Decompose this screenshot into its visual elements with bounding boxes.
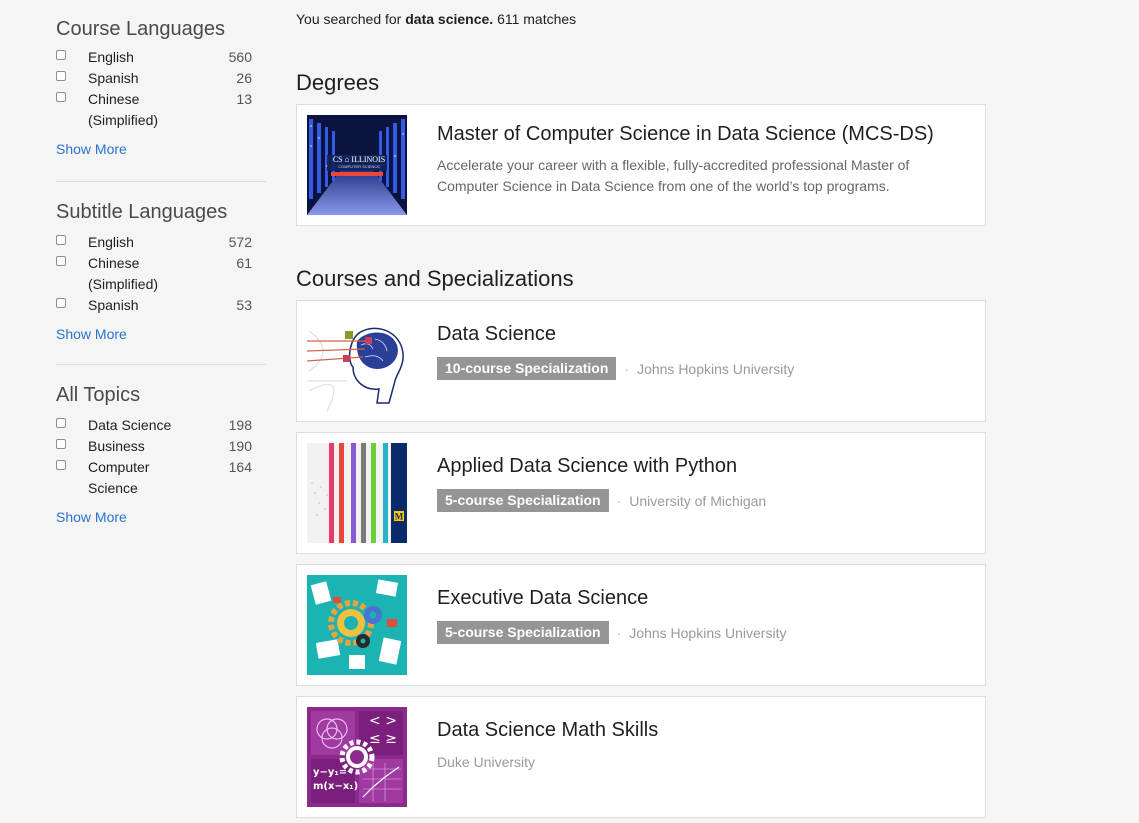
- checkbox[interactable]: [56, 256, 66, 266]
- option-label: Spanish: [88, 70, 139, 86]
- course-card-body: Executive Data Science 5-course Speciali…: [437, 587, 965, 644]
- show-more-link[interactable]: Show More: [56, 509, 266, 525]
- separator-dot: ·: [624, 360, 630, 377]
- course-thumbnail: < > ≤ ≥ y−y₁= m(x−x₁): [307, 707, 407, 807]
- course-title[interactable]: Data Science: [437, 323, 965, 346]
- facet-options: Data Science 198 Business 190 Computer S…: [56, 415, 266, 499]
- brain-illustration: [307, 327, 404, 411]
- option-label: Data Science: [88, 417, 172, 433]
- course-card[interactable]: Data Science 10-course Specialization · …: [296, 300, 986, 422]
- courses-heading: Courses and Specializations: [296, 266, 574, 291]
- course-title[interactable]: Executive Data Science: [437, 587, 965, 610]
- match-count: 611 matches: [497, 11, 577, 27]
- partner-name[interactable]: University of Michigan: [629, 493, 766, 509]
- option-count: 198: [228, 417, 252, 433]
- checkbox[interactable]: [56, 235, 66, 245]
- math-operators-1: < >: [369, 713, 397, 729]
- course-title[interactable]: Data Science Math Skills: [437, 719, 965, 742]
- course-card-body: Data Science Math Skills Duke University: [437, 719, 965, 770]
- degrees-heading: Degrees: [296, 70, 380, 95]
- uiuc-logo-text: CS ⌂ ILLINOIS: [332, 155, 386, 164]
- show-more-link[interactable]: Show More: [56, 326, 266, 342]
- checkbox[interactable]: [56, 50, 66, 60]
- course-thumbnail: [307, 575, 407, 675]
- filter-option-data-science[interactable]: Data Science 198: [56, 415, 266, 436]
- checkbox[interactable]: [56, 71, 66, 81]
- specialization-tag: 10-course Specialization: [437, 357, 617, 380]
- option-label: Business: [88, 438, 145, 454]
- filter-option-spanish[interactable]: Spanish 26: [56, 68, 266, 89]
- python-stripes-image: M: [307, 443, 407, 543]
- facet-options: English 572 Chinese (Simplified) 61 Span…: [56, 232, 266, 316]
- filter-option-computer-science[interactable]: Computer Science 164: [56, 457, 266, 499]
- course-title[interactable]: Applied Data Science with Python: [437, 455, 965, 478]
- degree-card-body: Master of Computer Science in Data Scien…: [437, 123, 965, 197]
- facet-all-topics: All Topics Data Science 198 Business 190…: [56, 365, 266, 525]
- partner-name[interactable]: Johns Hopkins University: [637, 361, 794, 377]
- checkbox[interactable]: [56, 439, 66, 449]
- course-meta: 5-course Specialization · University of …: [437, 489, 965, 512]
- option-label: Chinese (Simplified): [88, 255, 159, 292]
- uiuc-logo-subtext: COMPUTER SCIENCE: [338, 164, 380, 169]
- checkbox[interactable]: [56, 92, 66, 102]
- course-meta: 10-course Specialization · Johns Hopkins…: [437, 357, 965, 380]
- filter-option-chinese-simplified[interactable]: Chinese (Simplified) 13: [56, 89, 266, 131]
- option-count: 61: [236, 255, 252, 271]
- facet-options: English 560 Spanish 26 Chinese (Simplifi…: [56, 47, 266, 131]
- option-count: 53: [236, 297, 252, 313]
- course-meta: 5-course Specialization · Johns Hopkins …: [437, 621, 965, 644]
- separator-dot: ·: [616, 624, 622, 641]
- option-count: 572: [228, 234, 252, 250]
- course-card[interactable]: < > ≤ ≥ y−y₁= m(x−x₁) Data Science Math …: [296, 696, 986, 818]
- facet-title: Subtitle Languages: [56, 201, 228, 223]
- search-query: data science.: [405, 11, 494, 27]
- facet-title: Course Languages: [56, 18, 226, 40]
- specialization-tag: 5-course Specialization: [437, 621, 609, 644]
- checkbox[interactable]: [56, 298, 66, 308]
- math-formula-1: y−y₁=: [313, 767, 348, 778]
- option-label: Computer Science: [88, 459, 150, 496]
- separator-dot: ·: [616, 492, 622, 509]
- partner-name[interactable]: Johns Hopkins University: [629, 625, 786, 641]
- checkbox[interactable]: [56, 460, 66, 470]
- option-label: English: [88, 234, 134, 250]
- show-more-link[interactable]: Show More: [56, 141, 266, 157]
- filter-option-chinese-simplified[interactable]: Chinese (Simplified) 61: [56, 253, 266, 295]
- course-card[interactable]: M Applied Data Science with Python 5-cou…: [296, 432, 986, 554]
- math-operators-2: ≤ ≥: [369, 731, 397, 747]
- degree-description: Accelerate your career with a flexible, …: [437, 157, 910, 194]
- checkbox[interactable]: [56, 418, 66, 428]
- filter-option-english[interactable]: English 560: [56, 47, 266, 68]
- partner-name[interactable]: Duke University: [437, 754, 965, 770]
- option-label: English: [88, 49, 134, 65]
- specialization-tag: 5-course Specialization: [437, 489, 609, 512]
- course-card-body: Applied Data Science with Python 5-cours…: [437, 455, 965, 512]
- facet-course-languages: Course Languages English 560 Spanish 26 …: [56, 0, 266, 182]
- svg-text:M: M: [395, 512, 404, 522]
- math-formula-2: m(x−x₁): [313, 781, 359, 792]
- degree-thumbnail: CS ⌂ ILLINOIS COMPUTER SCIENCE: [307, 115, 407, 215]
- option-count: 190: [228, 438, 252, 454]
- degree-card[interactable]: CS ⌂ ILLINOIS COMPUTER SCIENCE Master of…: [296, 104, 986, 226]
- course-card[interactable]: Executive Data Science 5-course Speciali…: [296, 564, 986, 686]
- facet-title: All Topics: [56, 384, 141, 406]
- option-count: 26: [236, 70, 252, 86]
- course-thumbnail: M: [307, 443, 407, 543]
- option-label: Spanish: [88, 297, 139, 313]
- search-prefix: You searched for: [296, 11, 402, 27]
- degree-title[interactable]: Master of Computer Science in Data Scien…: [437, 123, 965, 146]
- option-count: 164: [228, 459, 252, 475]
- option-count: 13: [236, 91, 252, 107]
- search-summary: You searched for data science. 611 match…: [296, 11, 576, 27]
- filter-option-business[interactable]: Business 190: [56, 436, 266, 457]
- option-count: 560: [228, 49, 252, 65]
- filter-option-spanish[interactable]: Spanish 53: [56, 295, 266, 316]
- gears-illustration: [307, 575, 407, 675]
- course-card-body: Data Science 10-course Specialization · …: [437, 323, 965, 380]
- filter-sidebar: Course Languages English 560 Spanish 26 …: [56, 0, 266, 525]
- option-label: Chinese (Simplified): [88, 91, 159, 128]
- course-thumbnail: [307, 311, 407, 411]
- filter-option-english[interactable]: English 572: [56, 232, 266, 253]
- facet-subtitle-languages: Subtitle Languages English 572 Chinese (…: [56, 182, 266, 365]
